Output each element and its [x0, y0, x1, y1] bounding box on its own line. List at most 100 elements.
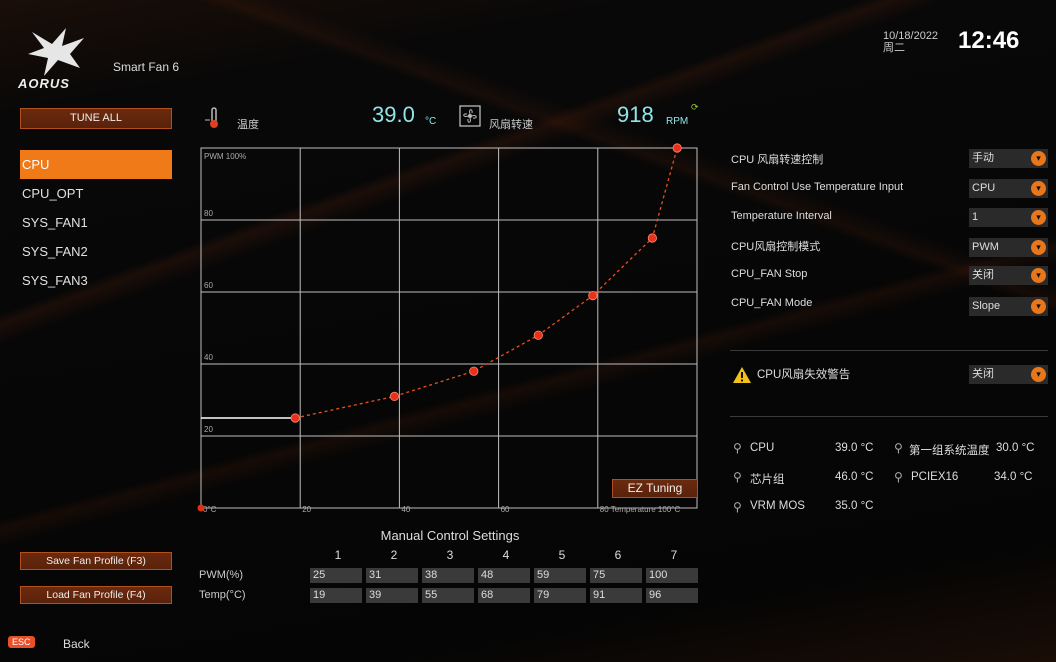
x-tick-label: 20	[302, 505, 311, 514]
rpm-unit: RPM	[666, 116, 689, 127]
pwm-cell[interactable]: 25	[310, 568, 364, 583]
point-headers: 1 2 3 4 5 6 7	[310, 548, 702, 564]
temperature-label: 温度	[237, 119, 259, 131]
fan-item-sys-fan2[interactable]: SYS_FAN2	[20, 237, 172, 266]
setting-label-fan-stop: CPU_FAN Stop	[731, 268, 808, 280]
thermometer-icon: ⚲	[894, 470, 903, 484]
setting-label-fan-control-mode: CPU风扇控制模式	[731, 241, 821, 253]
select-value: PWM	[972, 241, 999, 253]
date-text: 10/18/2022	[883, 30, 939, 42]
curve-point[interactable]	[647, 233, 657, 243]
curve-point[interactable]	[672, 143, 682, 153]
fan-curve-line	[295, 147, 678, 419]
fan-mode-select[interactable]: Slope ▾	[969, 297, 1048, 316]
setting-label-fan-mode: CPU_FAN Mode	[731, 297, 813, 309]
x-tick-label: 0°C	[203, 505, 217, 514]
fan-item-cpu[interactable]: CPU	[20, 150, 172, 179]
sensor-value-cpu: 39.0 °C	[835, 442, 874, 454]
chevron-down-icon: ▾	[1031, 210, 1046, 225]
save-fan-profile-button[interactable]: Save Fan Profile (F3)	[20, 552, 172, 570]
curve-point[interactable]	[533, 330, 543, 340]
chevron-down-icon: ▾	[1031, 151, 1046, 166]
pwm-cell[interactable]: 31	[366, 568, 420, 583]
esc-key-badge[interactable]: ESC	[8, 636, 35, 648]
chevron-down-icon: ▾	[1031, 299, 1046, 314]
fan-fail-warning-label: CPU风扇失效警告	[757, 369, 851, 381]
x-tick-label: 80 Temperature 100°C	[600, 505, 681, 514]
temp-interval-select[interactable]: 1 ▾	[969, 208, 1048, 227]
fan-item-cpu-opt[interactable]: CPU_OPT	[20, 179, 172, 208]
temp-cell[interactable]: 79	[534, 588, 588, 603]
setting-label-temp-interval: Temperature Interval	[731, 210, 832, 222]
pwm-row: 25 31 38 48 59 75 100	[310, 568, 702, 583]
temp-input-select[interactable]: CPU ▾	[969, 179, 1048, 198]
x-tick-label: 60	[501, 505, 510, 514]
select-value: 关闭	[972, 368, 994, 380]
temp-cell[interactable]: 91	[590, 588, 644, 603]
select-value: 手动	[972, 152, 994, 164]
curve-point[interactable]	[469, 366, 479, 376]
temp-row: 19 39 55 68 79 91 96	[310, 588, 702, 603]
curve-point[interactable]	[588, 291, 598, 301]
fan-speed-control-select[interactable]: 手动 ▾	[969, 149, 1048, 168]
fan-fail-warning-select[interactable]: 关闭 ▾	[969, 365, 1048, 384]
y-tick-label: 80	[204, 209, 213, 218]
y-axis-label: PWM 100%	[204, 152, 246, 161]
refresh-icon[interactable]: ⟳	[691, 102, 699, 113]
temp-cell[interactable]: 19	[310, 588, 364, 603]
pwm-cell[interactable]: 59	[534, 568, 588, 583]
thermometer-icon: ⚲	[733, 470, 742, 484]
thermometer-icon	[205, 107, 218, 128]
tune-all-button[interactable]: TUNE ALL	[20, 108, 172, 129]
fan-item-sys-fan3[interactable]: SYS_FAN3	[20, 266, 172, 295]
y-tick-label: 40	[204, 353, 213, 362]
fan-speed-label: 风扇转速	[489, 119, 533, 131]
y-tick-label: 60	[204, 281, 213, 290]
ez-tuning-button[interactable]: EZ Tuning	[612, 479, 698, 498]
back-button[interactable]: Back	[63, 637, 90, 651]
sensor-label-system: 第一组系统温度	[909, 445, 990, 457]
fan-control-mode-select[interactable]: PWM ▾	[969, 238, 1048, 257]
fan-icon	[459, 105, 481, 127]
setting-label-fan-speed-control: CPU 风扇转速控制	[731, 154, 824, 166]
chevron-down-icon: ▾	[1031, 240, 1046, 255]
warning-icon	[733, 367, 751, 383]
pwm-cell[interactable]: 38	[422, 568, 476, 583]
pwm-cell[interactable]: 75	[590, 568, 644, 583]
point-header: 3	[446, 548, 454, 562]
sensor-value-pciex16: 34.0 °C	[994, 471, 1033, 483]
logo-text: AORUS	[18, 76, 70, 91]
thermometer-icon: ⚲	[733, 441, 742, 455]
temp-cell[interactable]: 55	[422, 588, 476, 603]
load-fan-profile-button[interactable]: Load Fan Profile (F4)	[20, 586, 172, 604]
curve-origin-point	[197, 504, 205, 512]
clock: 12:46	[958, 27, 1020, 54]
select-value: Slope	[972, 300, 1001, 312]
fan-item-sys-fan1[interactable]: SYS_FAN1	[20, 208, 172, 237]
manual-control-title: Manual Control Settings	[380, 528, 520, 543]
date-display: 10/18/2022 周二	[883, 30, 938, 54]
fan-curve-chart[interactable]: PWM 100% 80 60 40 20 0°C 20 40 60 80 Temperature …	[195, 140, 705, 520]
pwm-row-label: PWM(%)	[199, 569, 243, 581]
temp-cell[interactable]: 96	[646, 588, 700, 603]
pwm-cell[interactable]: 48	[478, 568, 532, 583]
divider	[730, 350, 1048, 351]
curve-point[interactable]	[389, 391, 400, 401]
chart-frame	[200, 147, 698, 509]
point-header: 1	[334, 548, 342, 562]
temperature-unit: °C	[425, 116, 437, 127]
temp-row-label: Temp(°C)	[199, 589, 246, 601]
select-value: 1	[972, 211, 979, 223]
fan-stop-select[interactable]: 关闭 ▾	[969, 266, 1048, 285]
temperature-value: 39.0	[372, 102, 415, 127]
chevron-down-icon: ▾	[1031, 268, 1046, 283]
curve-point[interactable]	[290, 413, 300, 423]
weekday-text: 周二	[883, 42, 905, 54]
temp-cell[interactable]: 68	[478, 588, 532, 603]
divider	[730, 416, 1048, 417]
pwm-cell[interactable]: 100	[646, 568, 700, 583]
thermometer-icon: ⚲	[894, 441, 903, 455]
chevron-down-icon: ▾	[1031, 367, 1046, 382]
temp-cell[interactable]: 39	[366, 588, 420, 603]
x-tick-label: 40	[401, 505, 410, 514]
